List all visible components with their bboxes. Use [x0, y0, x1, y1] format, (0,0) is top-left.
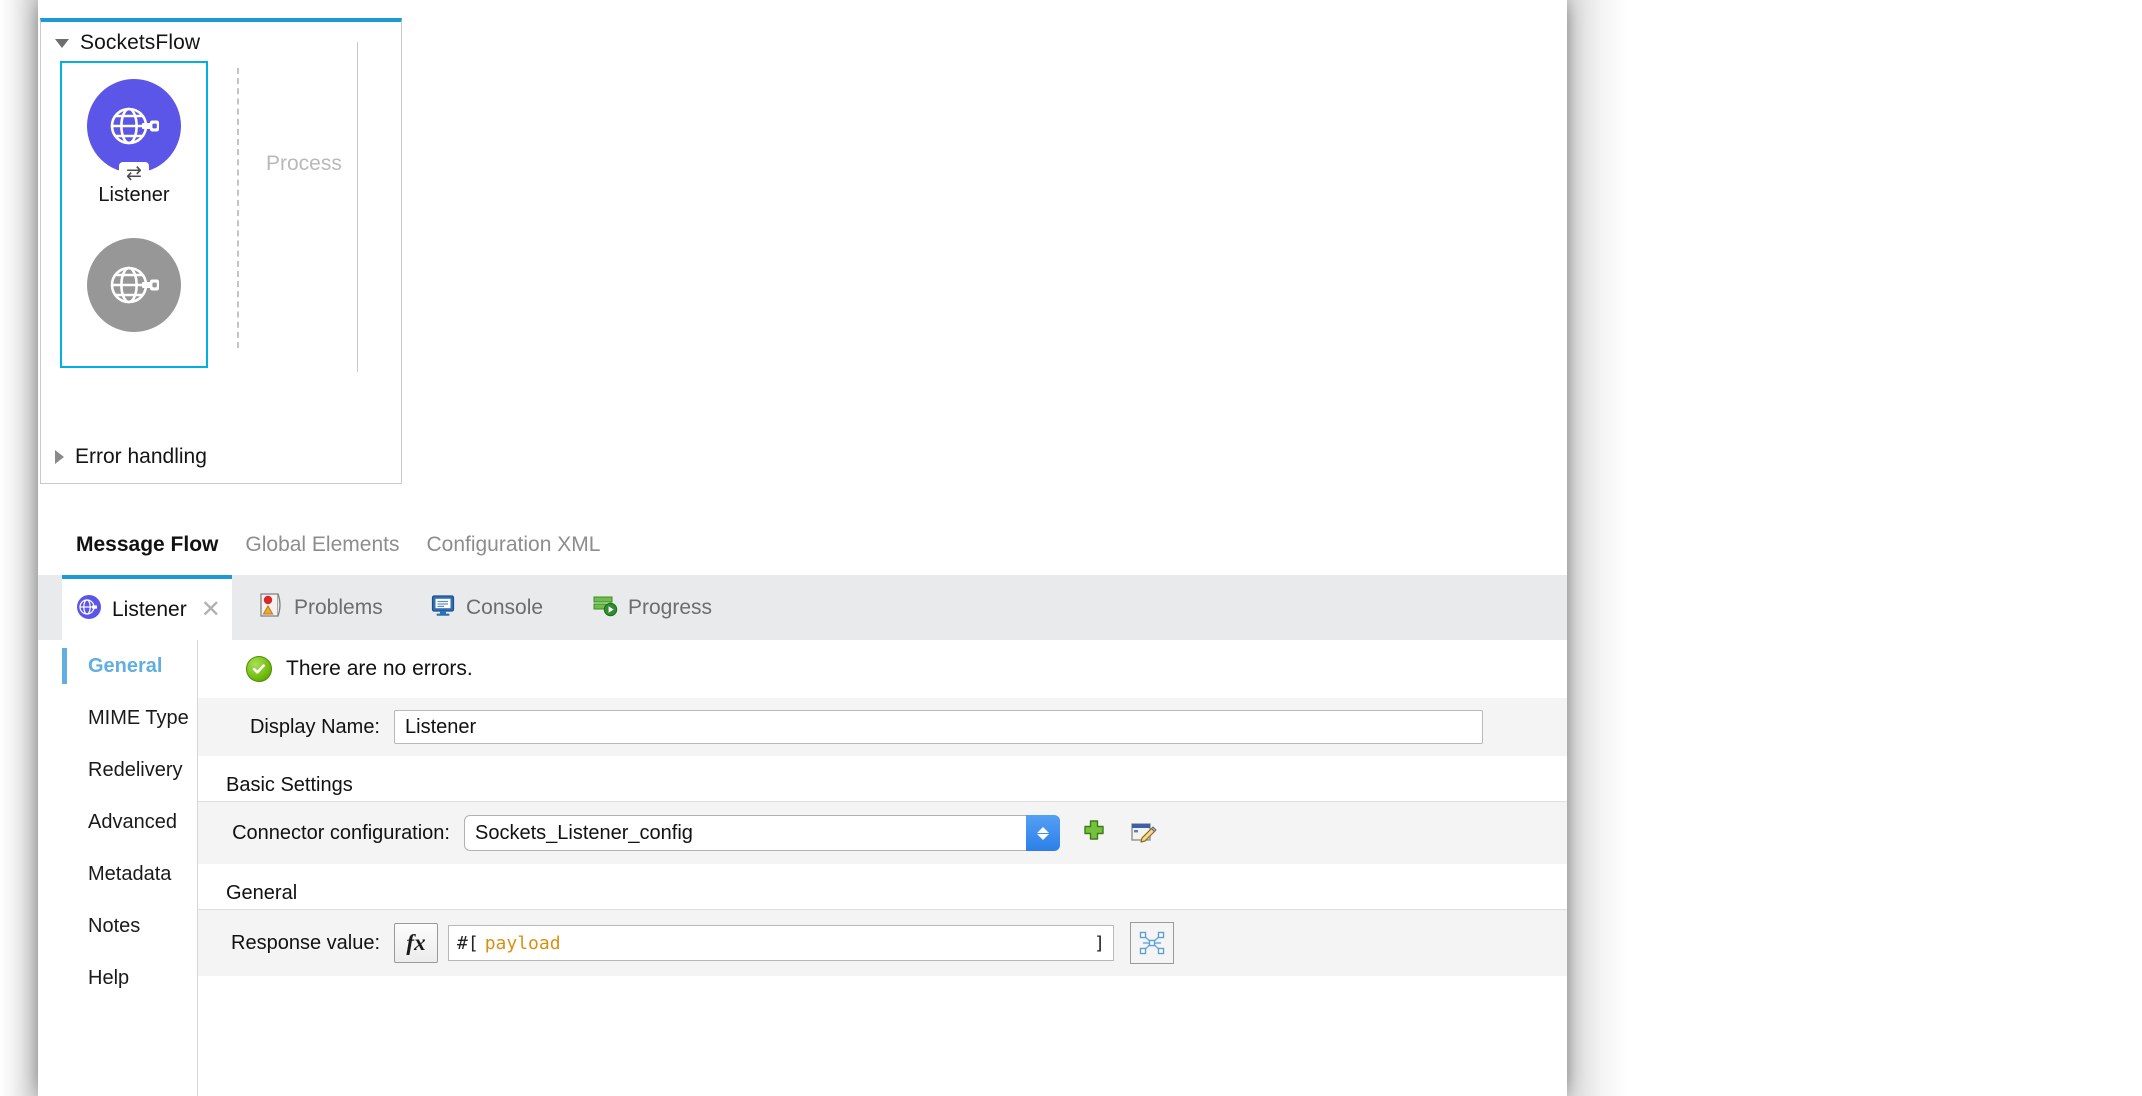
- globe-socket-icon: [87, 238, 181, 332]
- connector-configuration-row: Connector configuration: Sockets_Listene…: [198, 802, 1567, 864]
- properties-content: There are no errors. Display Name: Liste…: [198, 640, 1567, 1096]
- process-right-divider: [357, 42, 358, 372]
- nav-item-redelivery[interactable]: Redelivery: [62, 744, 197, 796]
- flow-header[interactable]: SocketsFlow: [41, 22, 401, 64]
- editor-tabbar: Message Flow Global Elements Configurati…: [38, 516, 1567, 574]
- add-configuration-button[interactable]: [1078, 817, 1110, 849]
- triangle-down-icon[interactable]: [55, 38, 69, 48]
- expression-toggle-button[interactable]: fx: [394, 923, 438, 963]
- error-handling-label: Error handling: [75, 445, 207, 468]
- basic-settings-section-header: Basic Settings: [198, 756, 1567, 802]
- validation-status: There are no errors.: [198, 640, 1567, 698]
- problems-icon: [258, 592, 284, 624]
- triangle-right-icon[interactable]: [55, 450, 64, 464]
- nav-item-metadata[interactable]: Metadata: [62, 848, 197, 900]
- flow-canvas[interactable]: SocketsFlow ⇄ Listener Process Error han…: [38, 0, 1567, 575]
- tab-progress-label: Progress: [628, 595, 713, 619]
- nav-item-advanced[interactable]: Advanced: [62, 796, 197, 848]
- dataweave-transform-icon[interactable]: [1130, 922, 1174, 964]
- globe-socket-icon: [76, 594, 102, 626]
- tab-listener-label: Listener: [112, 597, 187, 621]
- panel-tabbar: Listener ✕ Problems Console Progress: [38, 575, 1567, 640]
- tab-progress[interactable]: Progress: [578, 575, 726, 640]
- tab-listener[interactable]: Listener ✕: [62, 575, 232, 640]
- ghost-node[interactable]: [79, 238, 189, 332]
- expression-open-bracket: #[: [457, 932, 479, 954]
- error-handling-section[interactable]: Error handling: [41, 431, 401, 483]
- nav-item-help[interactable]: Help: [62, 952, 197, 1004]
- page-left-gutter: [0, 0, 38, 1096]
- connector-configuration-label: Connector configuration:: [232, 821, 450, 844]
- display-name-input[interactable]: Listener: [394, 710, 1483, 744]
- display-name-row: Display Name: Listener: [198, 698, 1567, 756]
- response-value-input[interactable]: #[ payload ]: [448, 925, 1114, 961]
- source-process-divider: [237, 68, 239, 348]
- tab-configuration-xml[interactable]: Configuration XML: [426, 533, 600, 557]
- bottom-panel: Listener ✕ Problems Console Progress Gen…: [38, 575, 1567, 1096]
- response-value-label: Response value:: [231, 931, 380, 954]
- nav-item-general[interactable]: General: [62, 640, 197, 692]
- tab-problems[interactable]: Problems: [244, 575, 397, 640]
- globe-socket-icon: ⇄: [87, 79, 181, 184]
- edit-pencil-icon[interactable]: [1128, 817, 1160, 849]
- close-icon[interactable]: ✕: [201, 597, 221, 622]
- properties-nav: General MIME Type Redelivery Advanced Me…: [62, 640, 198, 1096]
- basic-settings-label: Basic Settings: [198, 756, 1567, 802]
- general-section-header: General: [198, 864, 1567, 910]
- progress-icon: [592, 592, 618, 624]
- chevron-updown-icon[interactable]: [1026, 815, 1060, 851]
- app-root: SocketsFlow ⇄ Listener Process Error han…: [0, 0, 2142, 1096]
- nav-item-mime-type[interactable]: MIME Type: [62, 692, 197, 744]
- properties-panel: General MIME Type Redelivery Advanced Me…: [38, 640, 1567, 1096]
- tab-problems-label: Problems: [294, 595, 383, 619]
- connector-configuration-value: Sockets_Listener_config: [475, 821, 693, 844]
- validation-status-text: There are no errors.: [286, 657, 473, 680]
- connector-configuration-select[interactable]: Sockets_Listener_config: [464, 815, 1060, 851]
- expression-token: payload: [484, 932, 561, 954]
- success-check-icon: [246, 656, 272, 682]
- tab-message-flow[interactable]: Message Flow: [76, 533, 218, 557]
- process-placeholder-label: Process: [266, 152, 342, 175]
- listener-node[interactable]: ⇄ Listener: [79, 79, 189, 207]
- flow-name-label: SocketsFlow: [80, 31, 201, 54]
- tab-global-elements[interactable]: Global Elements: [245, 533, 399, 557]
- console-icon: [430, 592, 456, 624]
- tab-console[interactable]: Console: [416, 575, 557, 640]
- expression-close-bracket: ]: [1094, 932, 1105, 954]
- studio-window: SocketsFlow ⇄ Listener Process Error han…: [38, 0, 1567, 1096]
- listener-node-label: Listener: [98, 184, 170, 206]
- nav-item-notes[interactable]: Notes: [62, 900, 197, 952]
- response-value-row: Response value: fx #[ payload ]: [198, 910, 1567, 976]
- page-right-gutter: [1567, 0, 1627, 1096]
- flow-container[interactable]: SocketsFlow ⇄ Listener Process Error han…: [40, 18, 402, 484]
- display-name-label: Display Name:: [249, 715, 380, 738]
- source-section[interactable]: ⇄ Listener: [60, 61, 208, 368]
- exchange-arrows-icon: ⇄: [119, 162, 149, 184]
- tab-console-label: Console: [466, 595, 544, 619]
- general-section-label: General: [198, 864, 1567, 910]
